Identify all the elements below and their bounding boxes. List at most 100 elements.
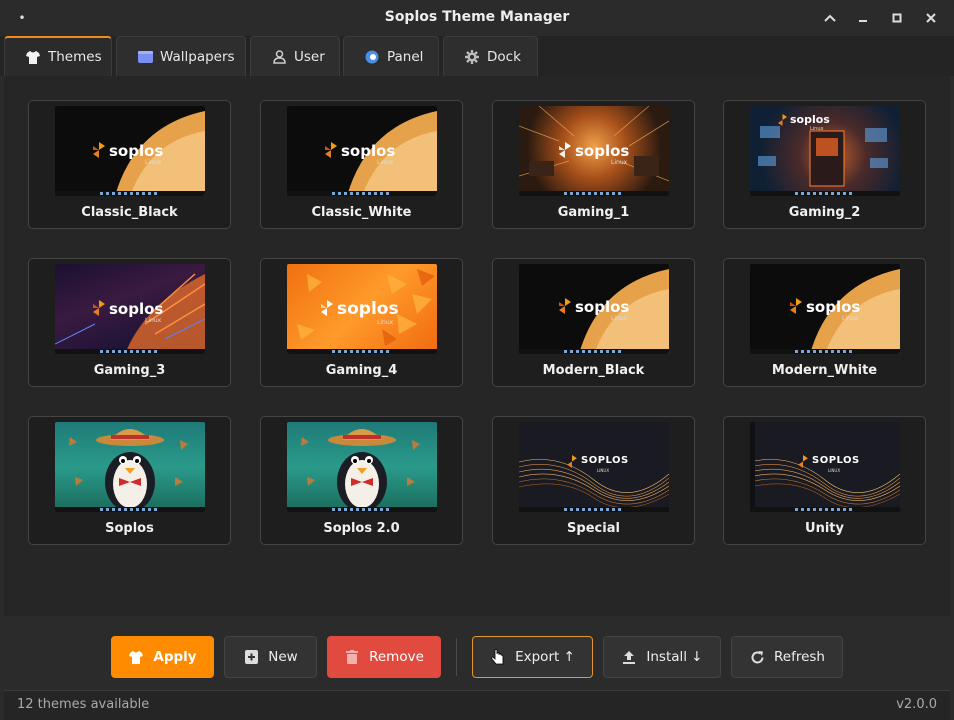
theme-preview: soplos Linux — [55, 264, 205, 354]
new-document-icon — [243, 649, 259, 665]
tab-label: Themes — [48, 49, 102, 65]
theme-card-gaming-2[interactable]: soplos Linux Gaming_2 — [723, 100, 926, 229]
theme-name: Gaming_4 — [325, 363, 398, 378]
theme-name: Gaming_3 — [93, 363, 166, 378]
theme-name: Gaming_2 — [788, 205, 861, 220]
apply-button[interactable]: Apply — [111, 636, 214, 678]
theme-logo-subtext: Linux — [145, 159, 162, 166]
theme-card-classic-black[interactable]: soplos Linux Classic_Black — [28, 100, 231, 229]
theme-logo-subtext: Linux — [377, 159, 394, 166]
theme-logo-text: soplos — [109, 142, 164, 160]
themes-grid: soplos Linux Classic_Black soplos Linux … — [4, 76, 950, 616]
theme-logo-text: soplos — [341, 142, 396, 160]
shirt-icon — [128, 649, 144, 665]
refresh-label: Refresh — [774, 649, 825, 665]
tab-dock[interactable]: Dock — [443, 36, 538, 76]
user-icon — [271, 49, 287, 65]
theme-logo-text: soplos — [575, 142, 630, 160]
tab-bar: Themes Wallpapers User Panel Dock — [0, 36, 954, 76]
theme-logo-subtext: Linux — [611, 315, 628, 322]
theme-preview: soplos Linux — [519, 106, 669, 196]
maximize-icon — [892, 13, 902, 23]
maximize-button[interactable] — [887, 8, 907, 28]
theme-logo-text: soplos — [109, 300, 164, 318]
theme-name: Special — [567, 521, 620, 536]
status-bar: 12 themes available v2.0.0 — [4, 690, 950, 720]
close-button[interactable] — [921, 8, 941, 28]
theme-logo-subtext: Linux — [810, 126, 824, 132]
export-label: Export ↑ — [515, 649, 575, 665]
cursor-icon — [490, 649, 506, 665]
theme-card-modern-black[interactable]: soplos Linux Modern_Black — [492, 258, 695, 387]
themes-count-text: 12 themes available — [17, 697, 150, 712]
theme-name: Classic_Black — [81, 205, 178, 220]
theme-card-unity[interactable]: SOPLOS LINUX Unity — [723, 416, 926, 545]
tab-user[interactable]: User — [250, 36, 340, 76]
app-window: • Soplos Theme Manager Themes Wallpapers — [0, 0, 954, 720]
theme-preview: soplos Linux — [55, 106, 205, 196]
tab-label: Wallpapers — [160, 48, 235, 65]
shirt-icon — [25, 49, 41, 65]
theme-logo-text: soplos — [575, 298, 630, 316]
minimize-button[interactable] — [853, 8, 873, 28]
theme-logo-subtext: Linux — [842, 315, 859, 322]
theme-logo-text: soplos — [806, 298, 861, 316]
theme-name: Modern_Black — [542, 363, 645, 378]
wallpaper-icon — [137, 49, 153, 65]
apply-label: Apply — [153, 649, 197, 665]
button-separator — [456, 638, 457, 676]
chevron-up-icon — [824, 14, 836, 22]
close-icon — [926, 13, 936, 23]
theme-logo-subtext: Linux — [145, 317, 162, 324]
install-button[interactable]: Install ↓ — [603, 636, 721, 678]
theme-preview — [287, 422, 437, 512]
theme-name: Soplos — [105, 521, 154, 536]
theme-logo-subtext: Linux — [611, 159, 628, 166]
gear-icon — [464, 49, 480, 65]
theme-preview — [55, 422, 205, 512]
theme-name: Unity — [805, 521, 844, 536]
theme-name: Classic_White — [311, 205, 412, 220]
theme-card-gaming-3[interactable]: soplos Linux Gaming_3 — [28, 258, 231, 387]
theme-card-special[interactable]: SOPLOS LINUX Special — [492, 416, 695, 545]
new-label: New — [268, 649, 298, 665]
tab-themes[interactable]: Themes — [4, 36, 112, 76]
theme-logo-subtext: LINUX — [597, 468, 610, 473]
remove-label: Remove — [369, 649, 424, 665]
install-label: Install ↓ — [646, 649, 703, 665]
theme-card-soplos-2[interactable]: Soplos 2.0 — [260, 416, 463, 545]
tab-wallpapers[interactable]: Wallpapers — [116, 36, 246, 76]
theme-name: Modern_White — [771, 363, 878, 378]
remove-button[interactable]: Remove — [327, 636, 441, 678]
theme-logo-text: SOPLOS — [812, 455, 860, 466]
tab-label: Panel — [387, 48, 424, 65]
titlebar: • Soplos Theme Manager — [0, 0, 954, 36]
theme-logo-text: SOPLOS — [581, 455, 629, 466]
refresh-button[interactable]: Refresh — [731, 636, 843, 678]
theme-preview: soplos Linux — [287, 264, 437, 354]
theme-card-classic-white[interactable]: soplos Linux Classic_White — [260, 100, 463, 229]
new-button[interactable]: New — [224, 636, 317, 678]
theme-name: Soplos 2.0 — [323, 521, 400, 536]
trash-icon — [344, 649, 360, 665]
theme-preview: soplos Linux — [750, 264, 900, 354]
theme-preview: soplos Linux — [750, 106, 900, 196]
theme-logo-subtext: LINUX — [828, 468, 841, 473]
theme-preview: soplos Linux — [519, 264, 669, 354]
window-title: Soplos Theme Manager — [384, 9, 570, 25]
refresh-icon — [749, 649, 765, 665]
theme-preview: soplos Linux — [287, 106, 437, 196]
theme-name: Gaming_1 — [557, 205, 630, 220]
theme-logo-text: soplos — [790, 113, 830, 126]
theme-logo-subtext: Linux — [377, 319, 394, 326]
theme-card-modern-white[interactable]: soplos Linux Modern_White — [723, 258, 926, 387]
tab-label: Dock — [487, 48, 521, 65]
theme-card-gaming-4[interactable]: soplos Linux Gaming_4 — [260, 258, 463, 387]
panel-icon — [364, 49, 380, 65]
export-button[interactable]: Export ↑ — [472, 636, 593, 678]
shade-button[interactable] — [820, 8, 840, 28]
tab-panel[interactable]: Panel — [343, 36, 439, 76]
theme-card-soplos[interactable]: Soplos — [28, 416, 231, 545]
theme-card-gaming-1[interactable]: soplos Linux Gaming_1 — [492, 100, 695, 229]
upload-icon — [621, 649, 637, 665]
